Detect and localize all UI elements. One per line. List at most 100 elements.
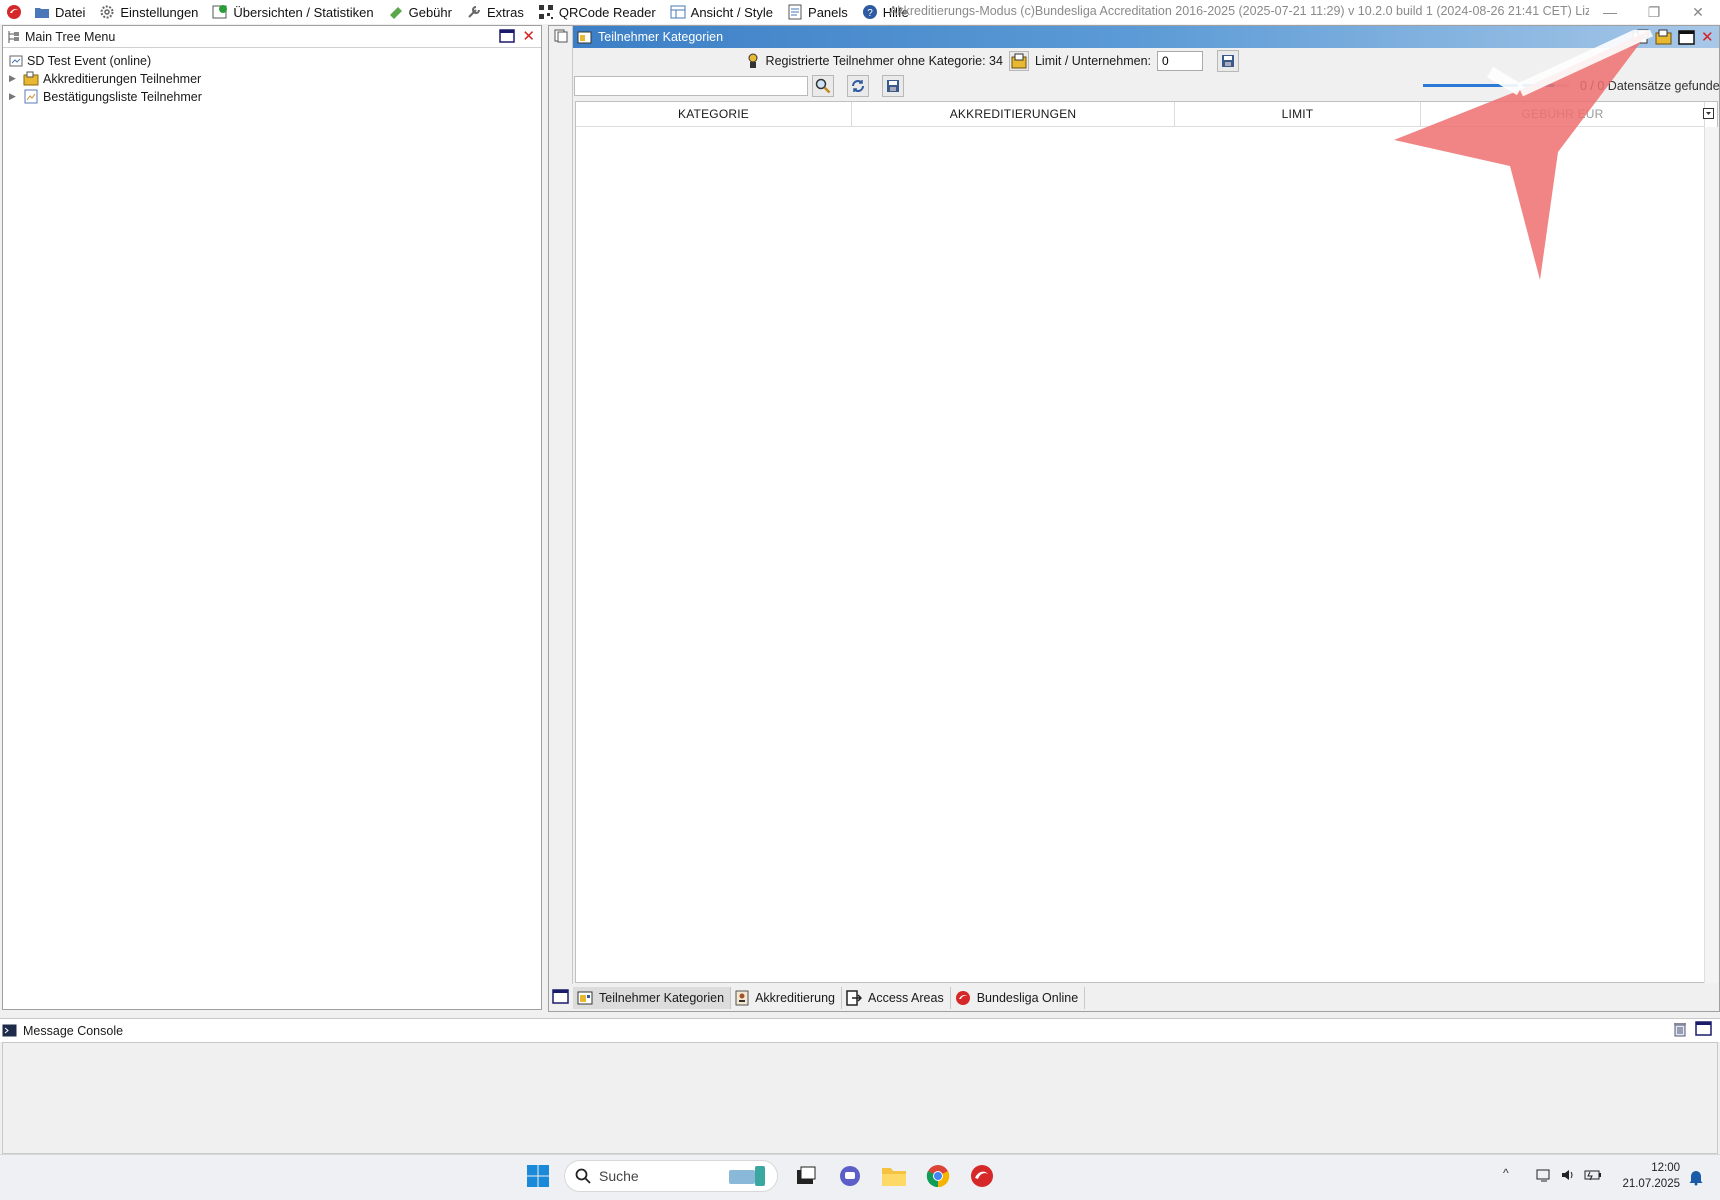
windows-logo-icon xyxy=(527,1165,549,1187)
column-header-limit[interactable]: LIMIT xyxy=(1175,102,1421,127)
expand-arrow-icon[interactable]: ▶ xyxy=(9,91,19,102)
network-icon xyxy=(1536,1169,1550,1182)
column-header-gebuehr[interactable]: GEBÜHR EUR xyxy=(1421,102,1705,127)
categories-icon xyxy=(577,991,593,1005)
tree-item-akkreditierungen-label: Akkreditierungen Teilnehmer xyxy=(43,71,202,86)
taskbar-app-teams[interactable] xyxy=(834,1160,866,1192)
tab-bundesliga-online[interactable]: Bundesliga Online xyxy=(951,987,1086,1009)
document-list-icon[interactable] xyxy=(554,29,568,43)
menu-ansicht-label: Ansicht / Style xyxy=(690,4,774,20)
folder-icon xyxy=(35,8,49,18)
system-tray[interactable] xyxy=(1536,1167,1602,1183)
tab-bundesliga-online-label: Bundesliga Online xyxy=(976,991,1079,1005)
list-icon xyxy=(24,89,38,104)
registered-without-category-label: Registrierte Teilnehmer ohne Kategorie: … xyxy=(765,54,1003,68)
menu-einstellungen-label: Einstellungen xyxy=(120,4,199,20)
tab-akkreditierung-label: Akkreditierung xyxy=(755,991,835,1005)
menu-qrcode[interactable]: QRCode Reader xyxy=(532,0,664,24)
clipboard-icon[interactable] xyxy=(1655,29,1672,45)
close-document-icon[interactable]: ✕ xyxy=(1701,28,1714,46)
save-icon xyxy=(1222,55,1234,67)
tab-akkreditierung[interactable]: Akkreditierung xyxy=(731,987,842,1009)
save-button[interactable] xyxy=(882,75,904,97)
menu-gebuehr[interactable]: Gebühr xyxy=(382,0,460,24)
clear-console-icon[interactable] xyxy=(1673,1021,1687,1040)
tab-teilnehmer-kategorien-label: Teilnehmer Kategorien xyxy=(599,991,725,1005)
menu-uebersichten-label: Übersichten / Statistiken xyxy=(233,4,374,20)
battery-icon xyxy=(1584,1170,1601,1181)
folder-icon xyxy=(23,71,39,86)
menu-gebuehr-label: Gebühr xyxy=(408,4,452,20)
refresh-button[interactable] xyxy=(847,75,869,97)
badge-icon xyxy=(735,990,749,1006)
column-chooser-icon[interactable] xyxy=(1703,107,1714,122)
wrench-icon xyxy=(468,6,480,18)
task-view-icon xyxy=(797,1166,816,1184)
folder-icon xyxy=(882,1168,906,1186)
message-console-title: Message Console xyxy=(23,1023,124,1038)
start-button[interactable] xyxy=(522,1160,554,1192)
taskbar-search[interactable]: Suche xyxy=(564,1160,778,1192)
tab-access-areas[interactable]: Access Areas xyxy=(842,987,951,1009)
minimize-button[interactable]: — xyxy=(1588,0,1632,24)
menu-qrcode-label: QRCode Reader xyxy=(558,4,656,20)
maximize-console-icon[interactable] xyxy=(1695,1021,1712,1039)
expand-arrow-icon[interactable]: ▶ xyxy=(9,73,19,84)
document-titlebar: Teilnehmer Kategorien xyxy=(573,26,1719,48)
maximize-document-icon[interactable] xyxy=(1678,29,1695,45)
person-icon xyxy=(748,53,758,68)
stats-icon xyxy=(212,5,228,19)
event-icon xyxy=(9,55,23,66)
document-tabbar: Teilnehmer Kategorien Akkreditierung Acc… xyxy=(549,986,1719,1010)
tray-overflow-icon[interactable]: ^ xyxy=(1503,1166,1509,1180)
console-icon xyxy=(2,1024,17,1037)
maximize-panel-icon[interactable] xyxy=(499,29,515,46)
taskbar-app-bundesliga[interactable] xyxy=(966,1160,998,1192)
menu-einstellungen[interactable]: Einstellungen xyxy=(93,0,206,24)
save-limit-button[interactable] xyxy=(1217,50,1239,72)
document-title: Teilnehmer Kategorien xyxy=(598,30,724,44)
message-console-body xyxy=(2,1042,1718,1154)
search-input[interactable] xyxy=(574,76,808,96)
main-tree-header: Main Tree Menu xyxy=(3,26,541,48)
save-icon xyxy=(887,80,899,92)
main-tree-panel: Main Tree Menu ✕ SD Test Event (online) … xyxy=(2,25,542,1010)
chrome-icon xyxy=(926,1165,950,1188)
company-icon xyxy=(1011,53,1027,69)
taskbar-clock[interactable]: 12:00 21.07.2025 xyxy=(1610,1160,1680,1192)
menu-extras[interactable]: Extras xyxy=(460,0,532,24)
menu-ansicht[interactable]: Ansicht / Style xyxy=(664,0,781,24)
menu-panels[interactable]: Panels xyxy=(781,0,856,24)
tree-item-event-label: SD Test Event (online) xyxy=(27,53,152,68)
menu-datei[interactable]: Datei xyxy=(28,0,93,24)
tab-teilnehmer-kategorien[interactable]: Teilnehmer Kategorien xyxy=(573,987,732,1009)
limit-company-button[interactable] xyxy=(1008,51,1029,71)
dock-window-icon[interactable] xyxy=(1632,29,1649,45)
table-scrollbar[interactable] xyxy=(1704,127,1718,983)
tree-item-bestaetigungsliste[interactable]: ▶ Bestätigungsliste Teilnehmer xyxy=(9,88,202,105)
menu-uebersichten[interactable]: Übersichten / Statistiken xyxy=(206,0,381,24)
column-header-kategorie[interactable]: KATEGORIE xyxy=(576,102,852,127)
app-logo-icon[interactable] xyxy=(0,0,28,24)
restore-button[interactable]: ❐ xyxy=(1632,0,1676,24)
chat-icon xyxy=(840,1166,860,1186)
taskbar-app-explorer[interactable] xyxy=(878,1160,910,1192)
limit-per-company-input[interactable] xyxy=(1157,51,1203,71)
qrcode-icon xyxy=(538,5,553,19)
categories-table: KATEGORIE AKKREDITIERUNGEN LIMIT GEBÜHR … xyxy=(575,101,1718,983)
bundesliga-logo-icon xyxy=(971,1165,993,1187)
notification-bell-icon[interactable] xyxy=(1688,1168,1704,1189)
main-tree-title: Main Tree Menu xyxy=(25,29,116,44)
svg-text:?: ? xyxy=(867,8,873,19)
speaker-icon xyxy=(1562,1170,1573,1180)
column-header-akkreditierungen[interactable]: AKKREDITIERUNGEN xyxy=(852,102,1175,127)
close-window-button[interactable]: ✕ xyxy=(1676,0,1720,24)
taskbar-app-chrome[interactable] xyxy=(922,1160,954,1192)
tab-list-icon[interactable] xyxy=(549,989,573,1007)
tree-item-akkreditierungen[interactable]: ▶ Akkreditierungen Teilnehmer xyxy=(9,70,201,87)
tree-item-event[interactable]: SD Test Event (online) xyxy=(9,52,151,69)
taskbar-app-task-view[interactable] xyxy=(790,1160,822,1192)
close-panel-icon[interactable]: ✕ xyxy=(522,27,535,45)
search-button[interactable] xyxy=(812,75,834,97)
tree-item-bestaetigungsliste-label: Bestätigungsliste Teilnehmer xyxy=(43,89,202,104)
